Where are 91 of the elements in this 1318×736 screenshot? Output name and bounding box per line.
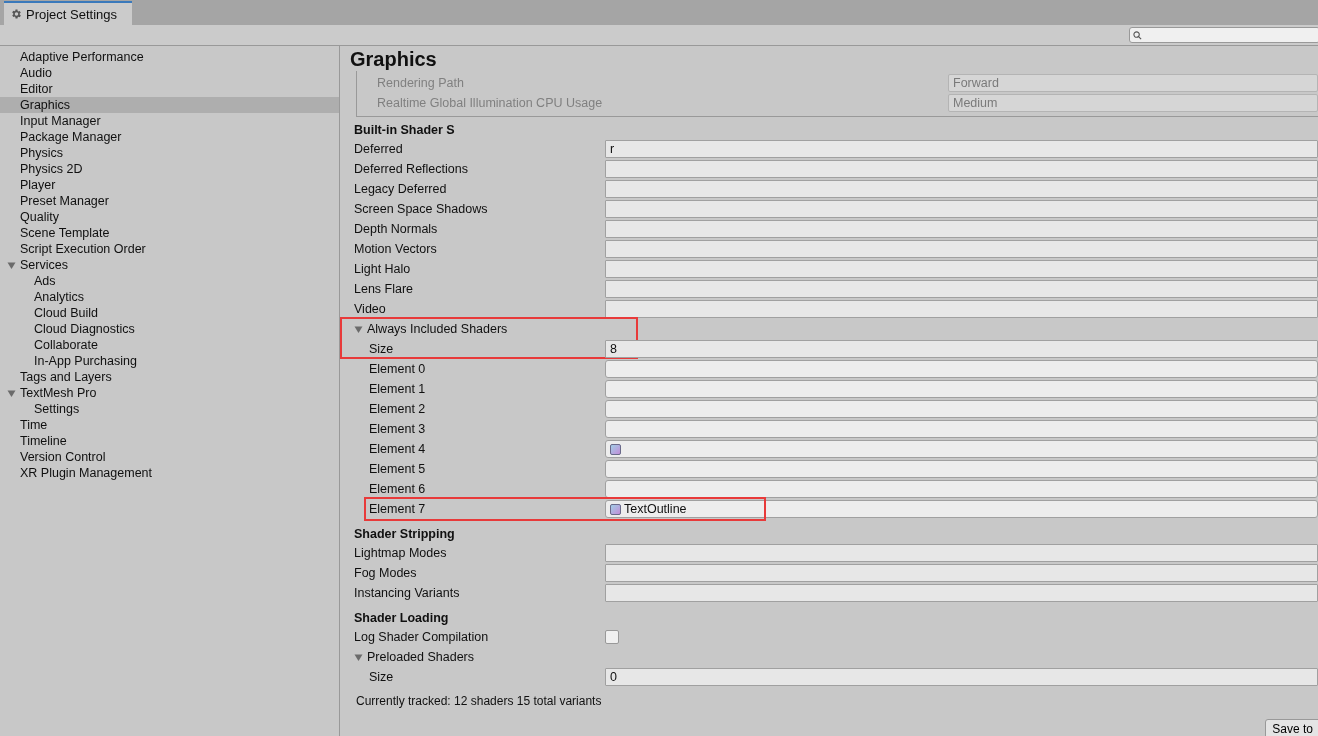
sidebar-item[interactable]: Player <box>0 177 339 193</box>
field-label: Element 4 <box>369 442 427 456</box>
checkbox[interactable] <box>605 630 619 644</box>
field-label: Fog Modes <box>354 566 418 580</box>
field-label: Lightmap Modes <box>354 546 448 560</box>
sidebar-item[interactable]: Collaborate <box>0 337 339 353</box>
section-title: Shader Loading <box>354 610 450 627</box>
section-title: Shader Stripping <box>354 526 456 543</box>
input-field[interactable] <box>605 260 1318 278</box>
field-label: Deferred <box>354 142 404 156</box>
sidebar-item[interactable]: Preset Manager <box>0 193 339 209</box>
sidebar-item[interactable]: Tags and Layers <box>0 369 339 385</box>
input-field[interactable] <box>605 564 1318 582</box>
sidebar-item[interactable]: TextMesh Pro <box>0 385 339 401</box>
sidebar-item[interactable]: Services <box>0 257 339 273</box>
sidebar-item[interactable]: Settings <box>0 401 339 417</box>
sidebar-item[interactable]: Cloud Build <box>0 305 339 321</box>
sidebar-item[interactable]: Scene Template <box>0 225 339 241</box>
field-label: Size <box>369 342 395 356</box>
input-field[interactable]: r <box>605 140 1318 158</box>
sidebar-item[interactable]: Ads <box>0 273 339 289</box>
sidebar-item[interactable]: Analytics <box>0 289 339 305</box>
object-field[interactable] <box>605 480 1318 498</box>
object-field[interactable] <box>605 380 1318 398</box>
input-field[interactable]: 0 <box>605 668 1318 686</box>
field-label: Rendering Path <box>377 76 465 90</box>
window-tab[interactable]: Project Settings <box>4 1 132 25</box>
field-label: Element 7 <box>369 502 427 516</box>
sidebar-item[interactable]: XR Plugin Management <box>0 465 339 481</box>
expanded-arrow-icon[interactable] <box>354 324 363 334</box>
sidebar-item[interactable]: Graphics <box>0 97 339 113</box>
field-label: Screen Space Shadows <box>354 202 489 216</box>
input-field[interactable] <box>605 280 1318 298</box>
sidebar-item[interactable]: Timeline <box>0 433 339 449</box>
input-field[interactable] <box>605 220 1318 238</box>
field-label: Video <box>354 302 387 316</box>
sidebar-item[interactable]: Editor <box>0 81 339 97</box>
input-field[interactable] <box>605 544 1318 562</box>
field-label: Light Halo <box>354 262 412 276</box>
field-label: Element 2 <box>369 402 427 416</box>
field-label: Element 0 <box>369 362 427 376</box>
input-field[interactable] <box>605 200 1318 218</box>
sidebar-item[interactable]: Input Manager <box>0 113 339 129</box>
sidebar-item[interactable]: Version Control <box>0 449 339 465</box>
expanded-arrow-icon[interactable] <box>6 260 16 270</box>
sidebar-item[interactable]: Physics <box>0 145 339 161</box>
field-label: Lens Flare <box>354 282 415 296</box>
sidebar-item[interactable]: Package Manager <box>0 129 339 145</box>
field-label: Element 6 <box>369 482 427 496</box>
sidebar-item[interactable]: Time <box>0 417 339 433</box>
save-button[interactable]: Save to <box>1265 719 1318 736</box>
settings-icon <box>10 8 22 20</box>
field-label: Legacy Deferred <box>354 182 448 196</box>
sidebar-item[interactable]: Cloud Diagnostics <box>0 321 339 337</box>
input-field[interactable] <box>605 240 1318 258</box>
expanded-arrow-icon[interactable] <box>6 388 16 398</box>
input-field[interactable] <box>605 584 1318 602</box>
object-field[interactable]: TextOutline <box>605 500 1318 518</box>
sidebar-item[interactable]: Physics 2D <box>0 161 339 177</box>
search-icon <box>1133 30 1142 40</box>
page-title: Graphics <box>350 47 438 71</box>
section-title: Built-in Shader S <box>354 122 456 139</box>
object-field[interactable] <box>605 440 1318 458</box>
field-label: Element 5 <box>369 462 427 476</box>
input-field[interactable] <box>605 160 1318 178</box>
sidebar-item[interactable]: Adaptive Performance <box>0 49 339 65</box>
field-label: Motion Vectors <box>354 242 438 256</box>
status-text: Currently tracked: 12 shaders 15 total variants <box>355 694 603 708</box>
object-field[interactable] <box>605 460 1318 478</box>
object-field[interactable] <box>605 360 1318 378</box>
input-field[interactable]: 8 <box>605 340 1318 358</box>
foldout-label[interactable]: Preloaded Shaders <box>367 650 475 664</box>
foldout-label[interactable]: Always Included Shaders <box>367 322 508 336</box>
object-field[interactable] <box>605 400 1318 418</box>
input-field[interactable] <box>605 180 1318 198</box>
field-label: Element 3 <box>369 422 427 436</box>
sidebar-item[interactable]: In-App Purchasing <box>0 353 339 369</box>
sidebar-item[interactable]: Quality <box>0 209 339 225</box>
sidebar-item[interactable]: Script Execution Order <box>0 241 339 257</box>
object-field[interactable] <box>605 420 1318 438</box>
field-label: Log Shader Compilation <box>354 630 490 644</box>
input-field[interactable] <box>605 300 1318 318</box>
field-label: Realtime Global Illumination CPU Usage <box>377 96 604 110</box>
search-field[interactable] <box>1129 27 1318 43</box>
field-label: Deferred Reflections <box>354 162 469 176</box>
expanded-arrow-icon[interactable] <box>354 652 363 662</box>
field-label: Instancing Variants <box>354 586 461 600</box>
field-label: Element 1 <box>369 382 427 396</box>
sidebar-item[interactable]: Audio <box>0 65 339 81</box>
field-label: Size <box>369 670 395 684</box>
field-label: Depth Normals <box>354 222 439 236</box>
